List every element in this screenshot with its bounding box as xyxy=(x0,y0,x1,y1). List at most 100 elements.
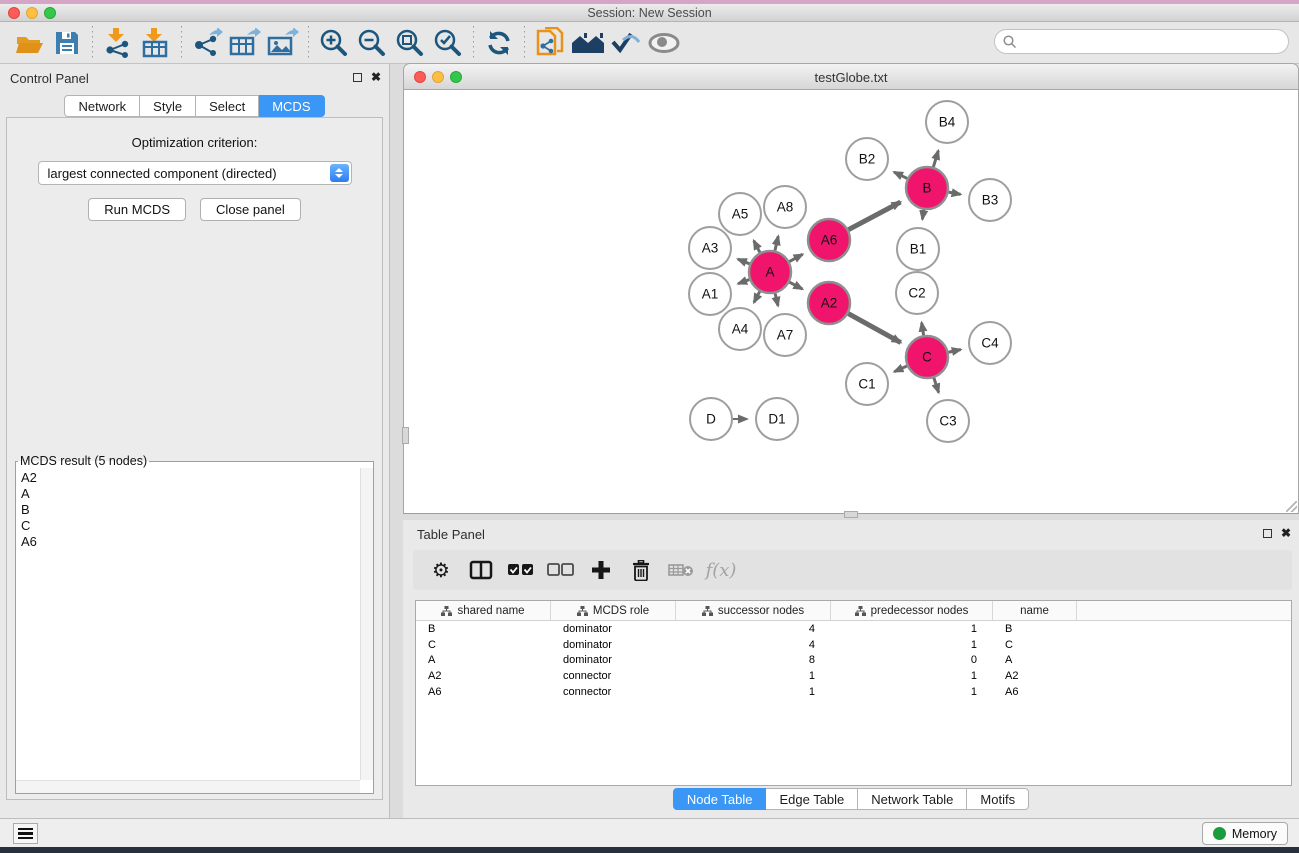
float-panel-icon[interactable] xyxy=(353,73,362,82)
node-B[interactable]: B xyxy=(906,167,948,209)
open-in-browser-button[interactable] xyxy=(569,25,607,61)
deselect-all-button[interactable] xyxy=(543,553,579,587)
delete-selected-button[interactable] xyxy=(623,553,659,587)
float-table-panel-icon[interactable] xyxy=(1263,529,1272,538)
zoom-fit-button[interactable] xyxy=(391,25,429,61)
node-table[interactable]: shared nameMCDS rolesuccessor nodesprede… xyxy=(415,600,1292,786)
zoom-in-button[interactable] xyxy=(315,25,353,61)
window-resize-grip[interactable] xyxy=(1286,501,1297,512)
mcds-result-item[interactable]: C xyxy=(21,518,360,534)
table-row[interactable]: Cdominator41C xyxy=(416,637,1291,653)
show-columns-button[interactable] xyxy=(463,553,499,587)
edge-C-C3[interactable] xyxy=(934,378,939,393)
add-row-button[interactable] xyxy=(583,553,619,587)
tab-network[interactable]: Network xyxy=(64,95,140,117)
close-panel-button[interactable]: Close panel xyxy=(200,198,301,221)
tab-node-table[interactable]: Node Table xyxy=(673,788,767,810)
edge-A-A8[interactable] xyxy=(775,236,778,250)
left-splitter-handle[interactable] xyxy=(402,427,409,444)
zoom-out-button[interactable] xyxy=(353,25,391,61)
refresh-view-button[interactable] xyxy=(480,25,518,61)
result-horizontal-scrollbar[interactable] xyxy=(16,780,360,793)
close-panel-icon[interactable]: ✖ xyxy=(371,71,381,83)
column-header-predecessor-nodes[interactable]: predecessor nodes xyxy=(831,601,993,620)
function-builder-button[interactable]: f(x) xyxy=(703,553,739,587)
mcds-result-item[interactable]: A2 xyxy=(21,470,360,486)
edge-B-B3[interactable] xyxy=(949,192,961,194)
mcds-result-list[interactable]: A2ABCA6 xyxy=(16,468,360,780)
node-A6[interactable]: A6 xyxy=(808,219,850,261)
edge-C-C1[interactable] xyxy=(894,366,907,372)
edge-A-A1[interactable] xyxy=(738,280,749,284)
tab-edge-table[interactable]: Edge Table xyxy=(766,788,858,810)
table-row[interactable]: Adominator80A xyxy=(416,653,1291,669)
node-A5[interactable]: A5 xyxy=(719,193,761,235)
edge-B-B2[interactable] xyxy=(894,172,907,178)
edge-C-C2[interactable] xyxy=(922,323,924,336)
edge-C-C4[interactable] xyxy=(948,350,960,353)
node-C1[interactable]: C1 xyxy=(846,363,888,405)
edge-A-A3[interactable] xyxy=(738,259,750,264)
bottom-splitter-handle[interactable] xyxy=(844,511,858,518)
result-vertical-scrollbar[interactable] xyxy=(360,468,373,780)
node-B3[interactable]: B3 xyxy=(969,179,1011,221)
node-B4[interactable]: B4 xyxy=(926,101,968,143)
node-A[interactable]: A xyxy=(749,251,791,293)
memory-button[interactable]: Memory xyxy=(1202,822,1288,845)
export-table-button[interactable] xyxy=(226,25,264,61)
delete-table-button[interactable] xyxy=(663,553,699,587)
column-header-MCDS-role[interactable]: MCDS role xyxy=(551,601,676,620)
export-image-button[interactable] xyxy=(264,25,302,61)
mcds-result-item[interactable]: A6 xyxy=(21,534,360,550)
save-session-button[interactable] xyxy=(48,25,86,61)
mcds-result-item[interactable]: B xyxy=(21,502,360,518)
node-B1[interactable]: B1 xyxy=(897,228,939,270)
edge-A-A6[interactable] xyxy=(789,254,802,261)
export-to-ndex-button[interactable] xyxy=(531,25,569,61)
show-hide-graphics-details-button[interactable] xyxy=(607,25,645,61)
tab-network-table[interactable]: Network Table xyxy=(858,788,967,810)
table-row[interactable]: Bdominator41B xyxy=(416,621,1291,637)
show-task-history-button[interactable] xyxy=(13,823,38,844)
node-C3[interactable]: C3 xyxy=(927,400,969,442)
column-settings-button[interactable]: ⚙ xyxy=(423,553,459,587)
export-network-button[interactable] xyxy=(188,25,226,61)
search-input[interactable] xyxy=(994,29,1289,54)
column-header-shared-name[interactable]: shared name xyxy=(416,601,551,620)
network-window-titlebar[interactable]: testGlobe.txt xyxy=(403,63,1299,90)
open-session-button[interactable] xyxy=(10,25,48,61)
node-D[interactable]: D xyxy=(690,398,732,440)
optimization-criterion-dropdown[interactable]: largest connected component (directed) xyxy=(38,161,352,185)
zoom-selected-button[interactable] xyxy=(429,25,467,61)
import-network-button[interactable] xyxy=(99,25,137,61)
table-row[interactable]: A6connector11A6 xyxy=(416,684,1291,700)
edge-A-A2[interactable] xyxy=(789,282,802,289)
edge-A-A5[interactable] xyxy=(754,241,760,253)
tab-style[interactable]: Style xyxy=(140,95,196,117)
node-B2[interactable]: B2 xyxy=(846,138,888,180)
tab-select[interactable]: Select xyxy=(196,95,259,117)
node-C2[interactable]: C2 xyxy=(896,272,938,314)
mcds-result-item[interactable]: A xyxy=(21,486,360,502)
node-A2[interactable]: A2 xyxy=(808,282,850,324)
node-A8[interactable]: A8 xyxy=(764,186,806,228)
import-table-button[interactable] xyxy=(137,25,175,61)
edge-A6-B[interactable] xyxy=(848,202,900,230)
edge-A2-C[interactable] xyxy=(848,314,900,343)
edge-A-A4[interactable] xyxy=(754,291,760,302)
edge-B-B1[interactable] xyxy=(922,210,923,220)
toggle-views-button[interactable] xyxy=(645,25,683,61)
select-all-button[interactable] xyxy=(503,553,539,587)
edge-A-A7[interactable] xyxy=(775,293,778,305)
column-header-successor-nodes[interactable]: successor nodes xyxy=(676,601,831,620)
run-mcds-button[interactable]: Run MCDS xyxy=(88,198,186,221)
close-table-panel-icon[interactable]: ✖ xyxy=(1281,527,1291,539)
column-header-name[interactable]: name xyxy=(993,601,1077,620)
network-canvas[interactable]: B4B2BB3A8A5A6B1A3AC2A1A2A4A7C4CC1C3DD1 xyxy=(403,90,1299,514)
node-C4[interactable]: C4 xyxy=(969,322,1011,364)
node-A1[interactable]: A1 xyxy=(689,273,731,315)
tab-mcds[interactable]: MCDS xyxy=(259,95,324,117)
node-A4[interactable]: A4 xyxy=(719,308,761,350)
network-graph[interactable]: B4B2BB3A8A5A6B1A3AC2A1A2A4A7C4CC1C3DD1 xyxy=(404,90,1298,513)
tab-motifs[interactable]: Motifs xyxy=(967,788,1029,810)
